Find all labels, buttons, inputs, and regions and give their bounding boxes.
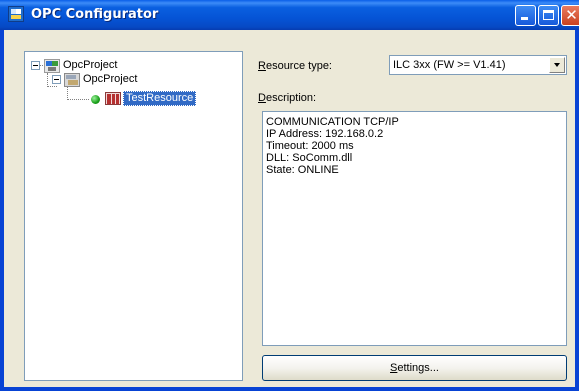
chevron-down-icon[interactable] <box>549 57 565 73</box>
resource-type-label-text: esource type: <box>265 60 332 72</box>
project-icon <box>44 59 60 73</box>
opc-configurator-window: OPC Configurator ✕ OpcProject OpcProject… <box>0 0 579 391</box>
description-textbox[interactable]: COMMUNICATION TCP/IP IP Address: 192.168… <box>262 111 567 346</box>
resource-icon <box>105 92 121 105</box>
tree-connector <box>47 73 48 87</box>
maximize-button[interactable] <box>538 5 559 26</box>
resource-type-value: ILC 3xx (FW >= V1.41) <box>393 59 506 71</box>
project-tree[interactable]: OpcProject OpcProject TestResource <box>24 51 243 381</box>
minimize-icon <box>521 17 528 20</box>
child-collapse-toggle[interactable] <box>52 75 61 84</box>
description-line: IP Address: 192.168.0.2 <box>266 128 384 140</box>
close-icon: ✕ <box>565 6 578 24</box>
resource-type-label: Resource type: <box>258 60 332 72</box>
description-label: Description: <box>258 92 316 104</box>
tree-connector <box>47 86 57 87</box>
minimize-button[interactable] <box>515 5 536 26</box>
tree-item-root-project[interactable]: OpcProject <box>63 59 117 72</box>
description-label-text: escription: <box>265 92 317 104</box>
description-line: Timeout: 2000 ms <box>266 140 354 152</box>
resource-type-mnemonic: R <box>258 60 266 72</box>
app-icon <box>8 6 24 22</box>
settings-label: ettings... <box>397 362 439 374</box>
settings-button[interactable]: Settings... <box>262 355 567 381</box>
description-mnemonic: D <box>258 92 266 104</box>
description-line: State: ONLINE <box>266 164 339 176</box>
tree-item-test-resource[interactable]: TestResource <box>123 91 197 106</box>
close-button[interactable]: ✕ <box>561 5 579 26</box>
maximize-icon <box>543 10 554 20</box>
tree-connector <box>67 99 89 100</box>
description-line: DLL: SoComm.dll <box>266 152 353 164</box>
resource-type-dropdown[interactable]: ILC 3xx (FW >= V1.41) <box>389 55 567 75</box>
window-title: OPC Configurator <box>31 7 159 22</box>
online-status-icon <box>91 95 100 104</box>
title-bar[interactable]: OPC Configurator ✕ <box>0 0 579 30</box>
description-line: COMMUNICATION TCP/IP <box>266 116 399 128</box>
tree-item-child-project[interactable]: OpcProject <box>83 73 137 86</box>
project-folder-icon <box>64 73 80 87</box>
root-collapse-toggle[interactable] <box>31 61 40 70</box>
tree-connector <box>40 65 43 66</box>
